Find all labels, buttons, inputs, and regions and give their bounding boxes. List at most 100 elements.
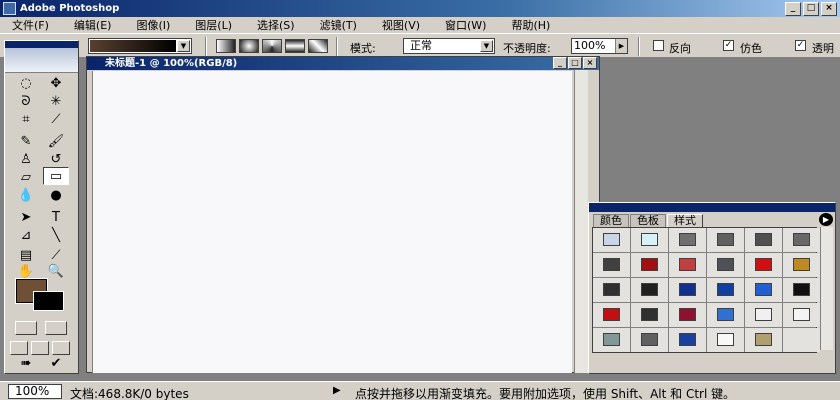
style-swatch[interactable] [745, 228, 782, 252]
eraser-tool-icon[interactable]: ▱ [13, 169, 39, 187]
minimize-button[interactable]: _ [785, 2, 801, 16]
style-swatch[interactable] [783, 228, 820, 252]
style-swatch[interactable] [593, 253, 630, 277]
style-swatch[interactable] [593, 278, 630, 302]
mode-select[interactable]: 正常 ▼ [403, 38, 495, 54]
menu-filter[interactable]: 滤镜(T) [308, 17, 370, 33]
blur-tool-icon[interactable]: 💧 [13, 187, 39, 205]
style-swatch[interactable] [707, 278, 744, 302]
standard-mode-button[interactable] [15, 321, 37, 335]
style-swatch[interactable] [669, 328, 706, 352]
style-swatch[interactable] [669, 228, 706, 252]
chevron-down-icon[interactable]: ▼ [177, 40, 190, 52]
move-tool-icon[interactable]: ✥ [43, 75, 69, 93]
document-title[interactable]: 未标题-1 @ 100%(RGB/8) [87, 57, 599, 70]
path-selection-icon[interactable]: ➤ [13, 209, 39, 227]
dither-checkbox[interactable]: ✓ [723, 40, 734, 51]
style-swatch[interactable] [669, 253, 706, 277]
zoom-field[interactable]: 100% [8, 384, 62, 399]
pen-tool-icon[interactable]: ⊿ [13, 227, 39, 245]
style-swatch[interactable] [707, 303, 744, 327]
menu-file[interactable]: 文件(F) [0, 17, 62, 33]
healing-brush-icon[interactable]: ✎ [13, 133, 39, 151]
screen-mode-full-menu-button[interactable] [31, 341, 49, 355]
menu-help[interactable]: 帮助(H) [499, 17, 563, 33]
style-swatch[interactable] [631, 278, 668, 302]
quick-mask-button[interactable] [45, 321, 67, 335]
screen-mode-standard-button[interactable] [10, 341, 28, 355]
type-tool-icon[interactable]: T [43, 209, 69, 227]
palette-menu-icon[interactable]: ▶ [819, 213, 833, 226]
style-preview [793, 233, 810, 246]
document-window: 未标题-1 @ 100%(RGB/8) _ □ × [86, 56, 600, 373]
brush-tool-icon[interactable]: 🖌 [43, 133, 69, 151]
opacity-field[interactable]: 100% ▶ [571, 38, 628, 54]
style-preview [603, 283, 620, 296]
lasso-tool-icon[interactable]: ᘐ [13, 93, 39, 111]
chevron-down-icon[interactable]: ▼ [480, 40, 493, 52]
reflected-gradient-button[interactable] [285, 39, 305, 53]
maximize-button[interactable]: □ [803, 2, 819, 16]
feather-logo[interactable] [5, 48, 78, 73]
radial-gradient-button[interactable] [239, 39, 259, 53]
style-swatch[interactable] [631, 253, 668, 277]
crop-tool-icon[interactable]: ⌗ [13, 111, 39, 129]
menu-window[interactable]: 窗口(W) [433, 17, 499, 33]
clone-stamp-icon[interactable]: ♙ [13, 151, 39, 169]
info-menu-arrow-icon[interactable]: ▶ [333, 385, 341, 396]
style-swatch[interactable] [745, 253, 782, 277]
tab-color[interactable]: 颜色 [593, 214, 629, 227]
imageready-jump-icon[interactable]: ➠ [13, 355, 39, 373]
diamond-gradient-button[interactable] [308, 39, 328, 53]
divider [205, 37, 207, 56]
doc-maximize-button[interactable]: □ [568, 57, 582, 69]
chevron-right-icon[interactable]: ▶ [615, 39, 627, 53]
style-swatch[interactable] [707, 228, 744, 252]
slice-tool-icon[interactable]: ⟋ [43, 111, 69, 129]
dodge-tool-icon[interactable]: ● [43, 187, 69, 205]
menu-image[interactable]: 图像(I) [124, 17, 183, 33]
style-swatch[interactable] [707, 328, 744, 352]
style-swatch[interactable] [631, 228, 668, 252]
doc-close-button[interactable]: × [583, 57, 597, 69]
style-swatch[interactable] [631, 328, 668, 352]
background-color-swatch[interactable] [33, 291, 64, 311]
angle-gradient-button[interactable] [262, 39, 282, 53]
style-swatch[interactable] [631, 303, 668, 327]
screen-mode-full-button[interactable] [52, 341, 70, 355]
gradient-picker[interactable]: ▼ [88, 38, 192, 54]
style-swatch[interactable] [745, 328, 782, 352]
style-swatch[interactable] [593, 228, 630, 252]
palette-title-bar[interactable] [589, 203, 835, 212]
check-icon[interactable]: ✔ [43, 355, 69, 373]
style-swatch[interactable] [669, 278, 706, 302]
gradient-tool-icon[interactable]: ▭ [43, 167, 69, 185]
menu-layer[interactable]: 图层(L) [183, 17, 245, 33]
menu-view[interactable]: 视图(V) [370, 17, 433, 33]
transparency-checkbox[interactable]: ✓ [795, 40, 806, 51]
style-swatch[interactable] [593, 328, 630, 352]
magic-wand-icon[interactable]: ✳ [43, 93, 69, 111]
vertical-scrollbar[interactable] [574, 70, 588, 373]
marquee-tool-icon[interactable]: ◌ [13, 75, 39, 93]
menu-select[interactable]: 选择(S) [245, 17, 308, 33]
style-swatch[interactable] [783, 328, 820, 352]
doc-minimize-button[interactable]: _ [553, 57, 567, 69]
style-swatch[interactable] [783, 253, 820, 277]
tab-swatches[interactable]: 色板 [630, 214, 666, 227]
close-button[interactable]: × [821, 2, 837, 16]
line-tool-icon[interactable]: ╲ [43, 227, 69, 245]
style-swatch[interactable] [745, 278, 782, 302]
tab-styles[interactable]: 样式 [667, 214, 703, 227]
linear-gradient-button[interactable] [216, 39, 236, 53]
menu-edit[interactable]: 编辑(E) [62, 17, 125, 33]
style-swatch[interactable] [707, 253, 744, 277]
reverse-checkbox[interactable] [653, 40, 664, 51]
style-swatch[interactable] [669, 303, 706, 327]
style-swatch[interactable] [593, 303, 630, 327]
canvas[interactable] [92, 71, 572, 373]
palette-scrollbar[interactable] [820, 227, 833, 350]
style-swatch[interactable] [745, 303, 782, 327]
style-swatch[interactable] [783, 303, 820, 327]
style-swatch[interactable] [783, 278, 820, 302]
